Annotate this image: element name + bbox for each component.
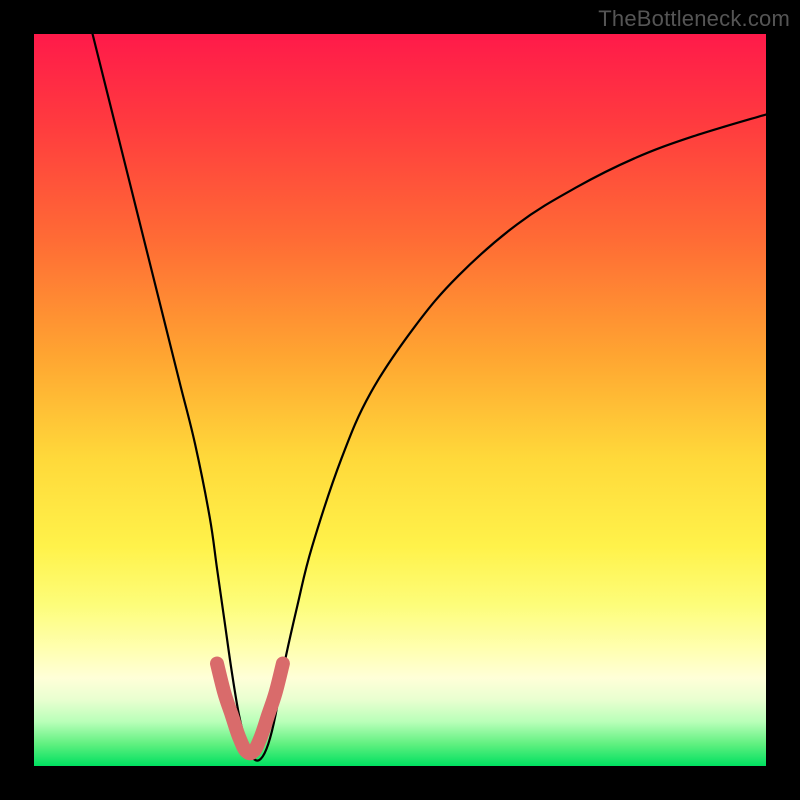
bottleneck-curve-path <box>93 34 766 761</box>
plot-area <box>34 34 766 766</box>
chart-frame: TheBottleneck.com <box>0 0 800 800</box>
curve-layer <box>34 34 766 766</box>
watermark-text: TheBottleneck.com <box>598 6 790 32</box>
highlight-band-path <box>217 664 283 754</box>
